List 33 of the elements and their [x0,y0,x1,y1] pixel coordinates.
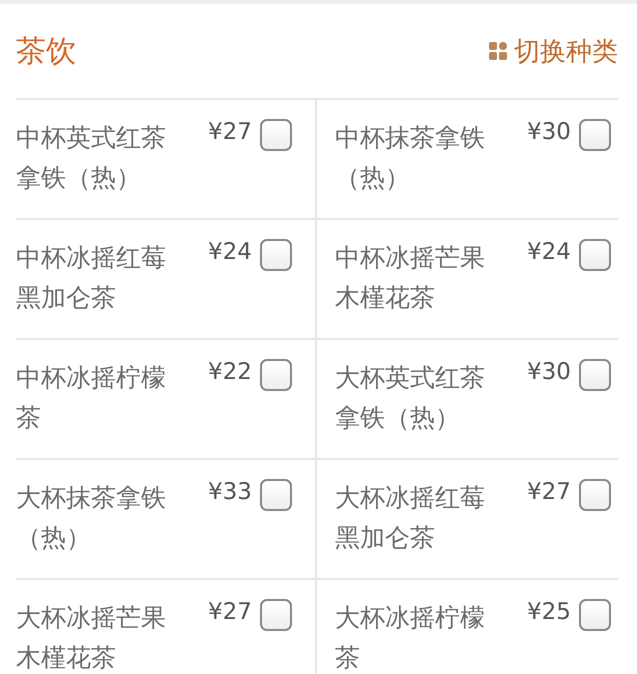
item-price: ¥27 [208,118,252,147]
item-price: ¥24 [208,238,252,267]
item-name: 中杯英式红茶拿铁（热） [16,122,167,194]
checkbox[interactable] [578,599,611,631]
item-name: 中杯抹茶拿铁（热） [335,122,486,194]
section-title: 茶饮 [16,32,76,70]
item-name: 大杯冰摇红莓黑加仑茶 [335,482,486,554]
checkbox[interactable] [260,239,292,271]
checkbox[interactable] [578,239,611,271]
checkbox[interactable] [260,599,292,631]
checkbox[interactable] [578,479,611,511]
checkbox[interactable] [578,359,611,391]
checkbox[interactable] [260,479,292,511]
item-price: ¥33 [208,478,252,507]
item-price: ¥25 [527,598,571,627]
checkbox[interactable] [260,119,292,151]
checkbox[interactable] [578,119,611,151]
item-price: ¥27 [208,598,252,627]
item-name: 大杯冰摇柠檬茶 [335,602,486,674]
item-name: 大杯英式红茶拿铁（热） [335,362,486,434]
item-name: 大杯冰摇芒果木槿花茶 [16,602,167,674]
item-name: 大杯抹茶拿铁（热） [16,482,167,554]
item-price: ¥24 [527,238,571,267]
grid-icon [488,41,508,61]
item-price: ¥27 [527,478,571,507]
item-name: 中杯冰摇柠檬茶 [16,362,167,434]
item-price: ¥30 [527,118,571,147]
item-name: 中杯冰摇芒果木槿花茶 [335,242,486,314]
item-name: 中杯冰摇红莓黑加仑茶 [16,242,167,314]
switch-category-link[interactable]: 切换种类 [488,34,618,68]
checkbox[interactable] [260,359,292,391]
item-price: ¥30 [527,358,571,387]
item-price: ¥22 [208,358,252,387]
